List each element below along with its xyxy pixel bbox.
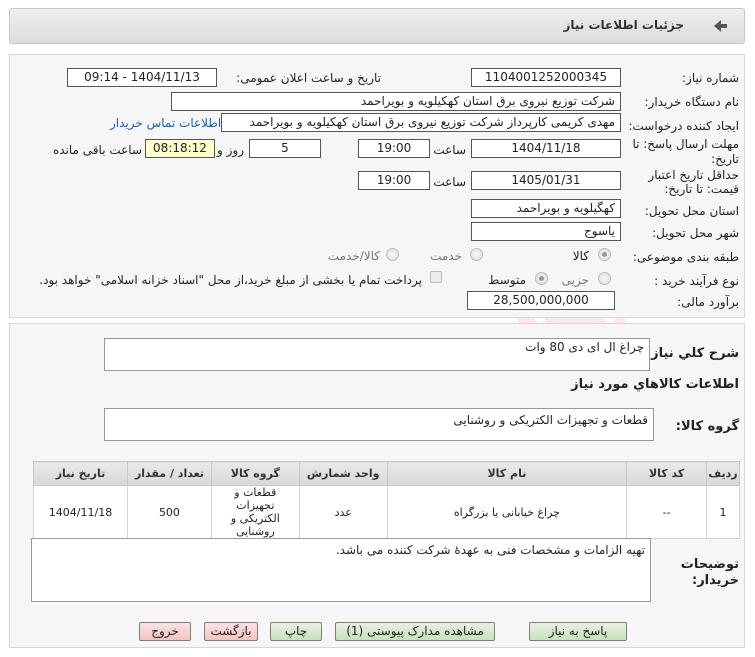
cell-unit: عدد (298, 485, 388, 539)
city-field: یاسوج (471, 222, 621, 241)
announce-field: 1404/11/13 - 09:14 (67, 68, 217, 87)
category-label: طبقه بندی موضوعی: (632, 250, 739, 264)
summary-field: چراغ ال ای دی 80 وات (104, 338, 650, 371)
process-minor-label: جزیی (561, 273, 589, 287)
buyer-org-field: شرکت توزیع نیروی برق استان کهکیلویه و بو… (171, 92, 621, 111)
col-qty: تعداد / مقدار (127, 461, 212, 486)
province-field: کهگیلویه و بویراحمد (471, 199, 621, 218)
goods-table-header: ردیف کد کالا نام کالا واحد شمارش گروه کا… (33, 461, 740, 486)
validity-time-field: 19:00 (358, 171, 430, 190)
announce-label: تاریخ و ساعت اعلان عمومی: (236, 71, 381, 85)
need-number-field: 1104001252000345 (471, 68, 621, 87)
col-group: گروه کالا (210, 461, 300, 486)
col-name: نام کالا (386, 461, 628, 486)
budget-field: 28,500,000,000 (467, 291, 615, 310)
back-arrow-icon[interactable] (710, 17, 730, 35)
deadline-date-field: 1404/11/18 (471, 139, 621, 158)
category-service-label: خدمت (430, 249, 462, 263)
category-goods-radio[interactable] (598, 248, 611, 261)
print-button[interactable]: چاپ (270, 622, 322, 641)
process-minor-radio[interactable] (598, 272, 611, 285)
buyer-notes-label: توضیحات (680, 557, 739, 572)
back-button[interactable]: بازگشت (204, 622, 258, 641)
table-row: 1 -- چراغ خیابانی یا بزرگراه عدد قطعات و… (33, 485, 740, 539)
reply-button[interactable]: پاسخ به نیاز (529, 622, 627, 641)
province-label: استان محل تحویل: (644, 204, 739, 218)
summary-label: شرح كلي نياز: (645, 346, 739, 361)
goods-table: ردیف کد کالا نام کالا واحد شمارش گروه کا… (33, 461, 740, 539)
process-medium-label: متوسط (488, 273, 526, 287)
category-goods-service-radio[interactable] (386, 248, 399, 261)
col-unit: واحد شمارش (298, 461, 388, 486)
validity-date-field: 1405/01/31 (471, 171, 621, 190)
process-medium-radio[interactable] (535, 272, 548, 285)
cell-qty: 500 (127, 485, 212, 539)
treasury-checkbox[interactable] (430, 271, 442, 283)
page-title: جزئیات اطلاعات نیاز (563, 18, 684, 32)
cell-code: -- (626, 485, 708, 539)
page-header: جزئیات اطلاعات نیاز (9, 8, 745, 44)
col-code: کد کالا (626, 461, 708, 486)
col-date: تاریخ نیاز (33, 461, 128, 486)
payment-note: پرداخت تمام یا بخشی از مبلغ خرید،از محل … (39, 273, 422, 287)
remaining-time-field: 08:18:12 (145, 139, 215, 158)
col-row: ردیف (706, 461, 740, 486)
budget-label: برآورد مالی: (677, 295, 739, 309)
goods-group-label: گروه كالا: (675, 419, 739, 434)
days-label: روز و (217, 143, 244, 157)
goods-info-title: اطلاعات كالاهاي مورد نياز (571, 377, 739, 392)
creator-label: ایجاد کننده درخواست: (628, 119, 739, 133)
process-label: نوع فرآیند خرید : (654, 274, 739, 288)
category-goods-service-label: کالا/خدمت (327, 249, 380, 263)
exit-button[interactable]: خروج (139, 622, 191, 641)
need-number-label: شماره نیاز: (682, 71, 739, 85)
goods-group-field: قطعات و تجهیزات الکتریکی و روشنایی (104, 408, 654, 441)
deadline-label-2: تاریخ: (711, 152, 739, 166)
cell-group: قطعات و تجهیزات الکتریکی و روشنایی (210, 485, 300, 539)
validity-label-2: قیمت: تا تاریخ: (664, 182, 739, 196)
category-service-radio[interactable] (470, 248, 483, 261)
buyer-notes-field: تهیه الزامات و مشخصات فنی به عهدۀ شرکت ک… (31, 538, 651, 602)
buyer-org-label: نام دستگاه خریدار: (644, 95, 740, 109)
city-label: شهر محل تحویل: (652, 226, 739, 240)
cell-name: چراغ خیابانی یا بزرگراه (386, 485, 628, 539)
cell-date: 1404/11/18 (33, 485, 128, 539)
buyer-contact-link[interactable]: اطلاعات تماس خریدار (110, 116, 221, 130)
deadline-label: مهلت ارسال پاسخ: تا (632, 137, 739, 151)
validity-label: حداقل تاریخ اعتبار (648, 168, 739, 182)
attachments-button[interactable]: مشاهده مدارک پیوستی (1) (335, 622, 495, 641)
deadline-time-field: 19:00 (358, 139, 430, 158)
creator-field: مهدی کریمی کارپرداز شرکت توزیع نیروی برق… (221, 113, 621, 132)
validity-time-label: ساعت (433, 175, 466, 189)
buyer-notes-label-2: خریدار: (692, 573, 739, 588)
deadline-time-label: ساعت (433, 143, 466, 157)
days-field: 5 (249, 139, 321, 158)
remaining-label: ساعت باقی مانده (52, 143, 142, 157)
category-goods-label: کالا (572, 249, 589, 263)
cell-row: 1 (706, 485, 740, 539)
